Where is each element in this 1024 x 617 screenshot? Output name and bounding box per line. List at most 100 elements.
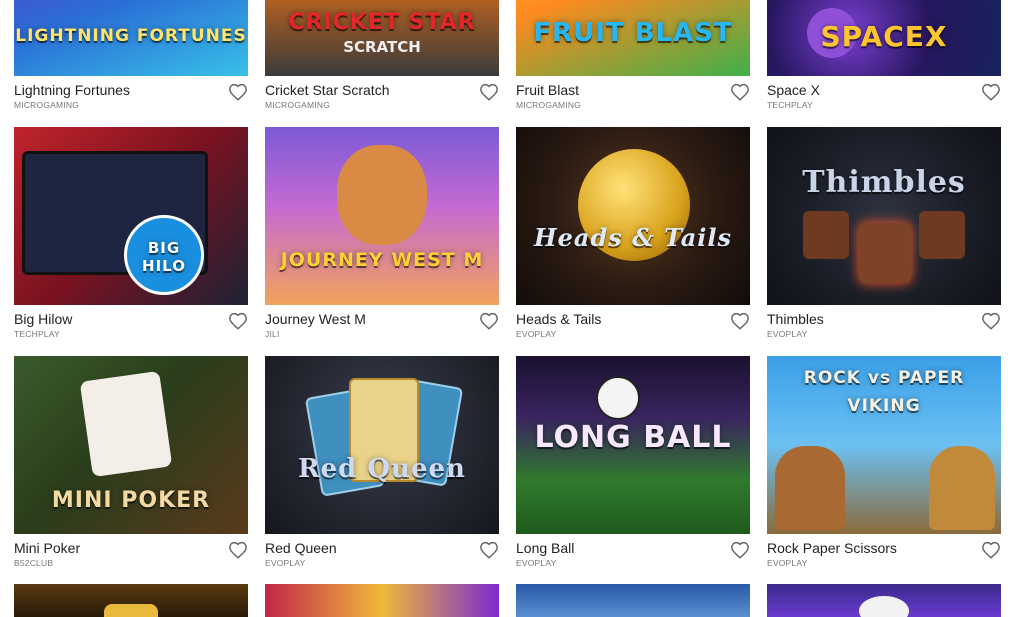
ball-shape (859, 596, 909, 617)
thumbnail-art-text: BIG HILO (142, 239, 186, 275)
game-card[interactable] (767, 584, 1001, 617)
thumbnail-art-text: ROCK vs PAPER VIKING (803, 368, 965, 416)
game-title: Red Queen (265, 540, 337, 556)
game-thumbnail[interactable]: Thimbles (767, 127, 1001, 305)
favorite-heart-icon[interactable] (730, 312, 750, 330)
game-card[interactable]: Heads & Tails Heads & Tails EVOPLAY (516, 127, 750, 355)
favorite-heart-icon[interactable] (479, 541, 499, 559)
game-card[interactable]: BIG HILO Big Hilow TECHPLAY (14, 127, 248, 355)
thumbnail-art-text: LONG BALL (534, 420, 732, 455)
game-provider: EVOPLAY (516, 558, 557, 568)
game-title: Cricket Star Scratch (265, 82, 390, 98)
game-meta: Rock Paper Scissors EVOPLAY (767, 534, 1001, 584)
favorite-heart-icon[interactable] (228, 541, 248, 559)
game-card[interactable]: MINI POKER Mini Poker B52CLUB (14, 356, 248, 584)
favorite-heart-icon[interactable] (730, 541, 750, 559)
thumbnail-art-text: LIGHTNING FORTUNES (15, 26, 247, 46)
game-meta: Red Queen EVOPLAY (265, 534, 499, 584)
game-provider: EVOPLAY (767, 329, 808, 339)
game-thumbnail[interactable] (14, 584, 248, 617)
game-title: Heads & Tails (516, 311, 602, 327)
game-thumbnail[interactable]: SPACEX (767, 0, 1001, 76)
thumbnail-art-text: CRICKET STAR (288, 10, 476, 35)
character-shape (337, 145, 427, 245)
game-title: Thimbles (767, 311, 824, 327)
game-title: Space X (767, 82, 820, 98)
game-provider: EVOPLAY (516, 329, 557, 339)
game-thumbnail[interactable]: LIGHTNING FORTUNES (14, 0, 248, 76)
game-meta: Big Hilow TECHPLAY (14, 305, 248, 355)
game-meta: Fruit Blast MICROGAMING (516, 76, 750, 126)
game-card[interactable]: Thimbles Thimbles EVOPLAY (767, 127, 1001, 355)
game-thumbnail[interactable] (767, 584, 1001, 617)
game-provider: TECHPLAY (767, 100, 813, 110)
game-thumbnail[interactable]: LONG BALL (516, 356, 750, 534)
thumbnail-art-text: Thimbles (802, 165, 966, 200)
game-card[interactable]: CRICKET STAR SCRATCH Cricket Star Scratc… (265, 0, 499, 126)
thumbnail-art-text: Red Queen (298, 454, 466, 484)
game-card[interactable] (265, 584, 499, 617)
game-card[interactable]: LONG BALL Long Ball EVOPLAY (516, 356, 750, 584)
game-thumbnail[interactable] (516, 584, 750, 617)
thimble-cup (919, 211, 965, 259)
game-provider: EVOPLAY (265, 558, 306, 568)
game-provider: JILI (265, 329, 280, 339)
game-thumbnail[interactable]: MINI POKER (14, 356, 248, 534)
thumbnail-art-text: JOURNEY WEST M (280, 249, 484, 271)
game-title: Lightning Fortunes (14, 82, 130, 98)
game-card[interactable]: JOURNEY WEST M Journey West M JILI (265, 127, 499, 355)
game-thumbnail[interactable]: CRICKET STAR SCRATCH (265, 0, 499, 76)
game-thumbnail[interactable]: BIG HILO (14, 127, 248, 305)
game-title: Rock Paper Scissors (767, 540, 897, 556)
favorite-heart-icon[interactable] (228, 83, 248, 101)
thumbnail-art-text: SPACEX (820, 20, 948, 53)
thimble-cup (859, 223, 911, 283)
game-card[interactable]: LIGHTNING FORTUNES Lightning Fortunes MI… (14, 0, 248, 126)
game-card[interactable]: ROCK vs PAPER VIKING Rock Paper Scissors… (767, 356, 1001, 584)
favorite-heart-icon[interactable] (228, 312, 248, 330)
favorite-heart-icon[interactable] (730, 83, 750, 101)
game-provider: TECHPLAY (14, 329, 60, 339)
game-title: Mini Poker (14, 540, 81, 556)
game-card[interactable]: FRUIT BLAST Fruit Blast MICROGAMING (516, 0, 750, 126)
game-meta: Journey West M JILI (265, 305, 499, 355)
playing-card (79, 370, 173, 478)
game-thumbnail[interactable]: Red Queen (265, 356, 499, 534)
game-title: Big Hilow (14, 311, 73, 327)
game-card[interactable] (516, 584, 750, 617)
favorite-heart-icon[interactable] (981, 83, 1001, 101)
game-meta: Cricket Star Scratch MICROGAMING (265, 76, 499, 126)
game-provider: EVOPLAY (767, 558, 808, 568)
favorite-heart-icon[interactable] (479, 312, 499, 330)
game-meta: Space X TECHPLAY (767, 76, 1001, 126)
game-provider: MICROGAMING (265, 100, 331, 110)
thumbnail-art-text: MINI POKER (51, 488, 211, 513)
game-card[interactable]: Red Queen Red Queen EVOPLAY (265, 356, 499, 584)
viking-character (929, 446, 995, 530)
thumbnail-art-text: FRUIT BLAST (533, 18, 733, 48)
favorite-heart-icon[interactable] (981, 312, 1001, 330)
game-provider: MICROGAMING (516, 100, 582, 110)
game-meta: Heads & Tails EVOPLAY (516, 305, 750, 355)
favorite-heart-icon[interactable] (479, 83, 499, 101)
soccer-ball (596, 376, 640, 420)
game-meta: Thimbles EVOPLAY (767, 305, 1001, 355)
game-grid: LIGHTNING FORTUNES Lightning Fortunes MI… (0, 0, 1024, 617)
game-card[interactable] (14, 584, 248, 617)
trophy-shape (104, 604, 158, 617)
game-meta: Mini Poker B52CLUB (14, 534, 248, 584)
game-thumbnail[interactable] (265, 584, 499, 617)
game-card[interactable]: SPACEX Space X TECHPLAY (767, 0, 1001, 126)
thumbnail-art-text: Heads & Tails (533, 223, 733, 252)
game-thumbnail[interactable]: ROCK vs PAPER VIKING (767, 356, 1001, 534)
game-meta: Lightning Fortunes MICROGAMING (14, 76, 248, 126)
game-thumbnail[interactable]: JOURNEY WEST M (265, 127, 499, 305)
game-provider: B52CLUB (14, 558, 54, 568)
game-title: Long Ball (516, 540, 575, 556)
game-title: Fruit Blast (516, 82, 580, 98)
game-title: Journey West M (265, 311, 366, 327)
favorite-heart-icon[interactable] (981, 541, 1001, 559)
game-thumbnail[interactable]: FRUIT BLAST (516, 0, 750, 76)
game-provider: MICROGAMING (14, 100, 80, 110)
game-thumbnail[interactable]: Heads & Tails (516, 127, 750, 305)
